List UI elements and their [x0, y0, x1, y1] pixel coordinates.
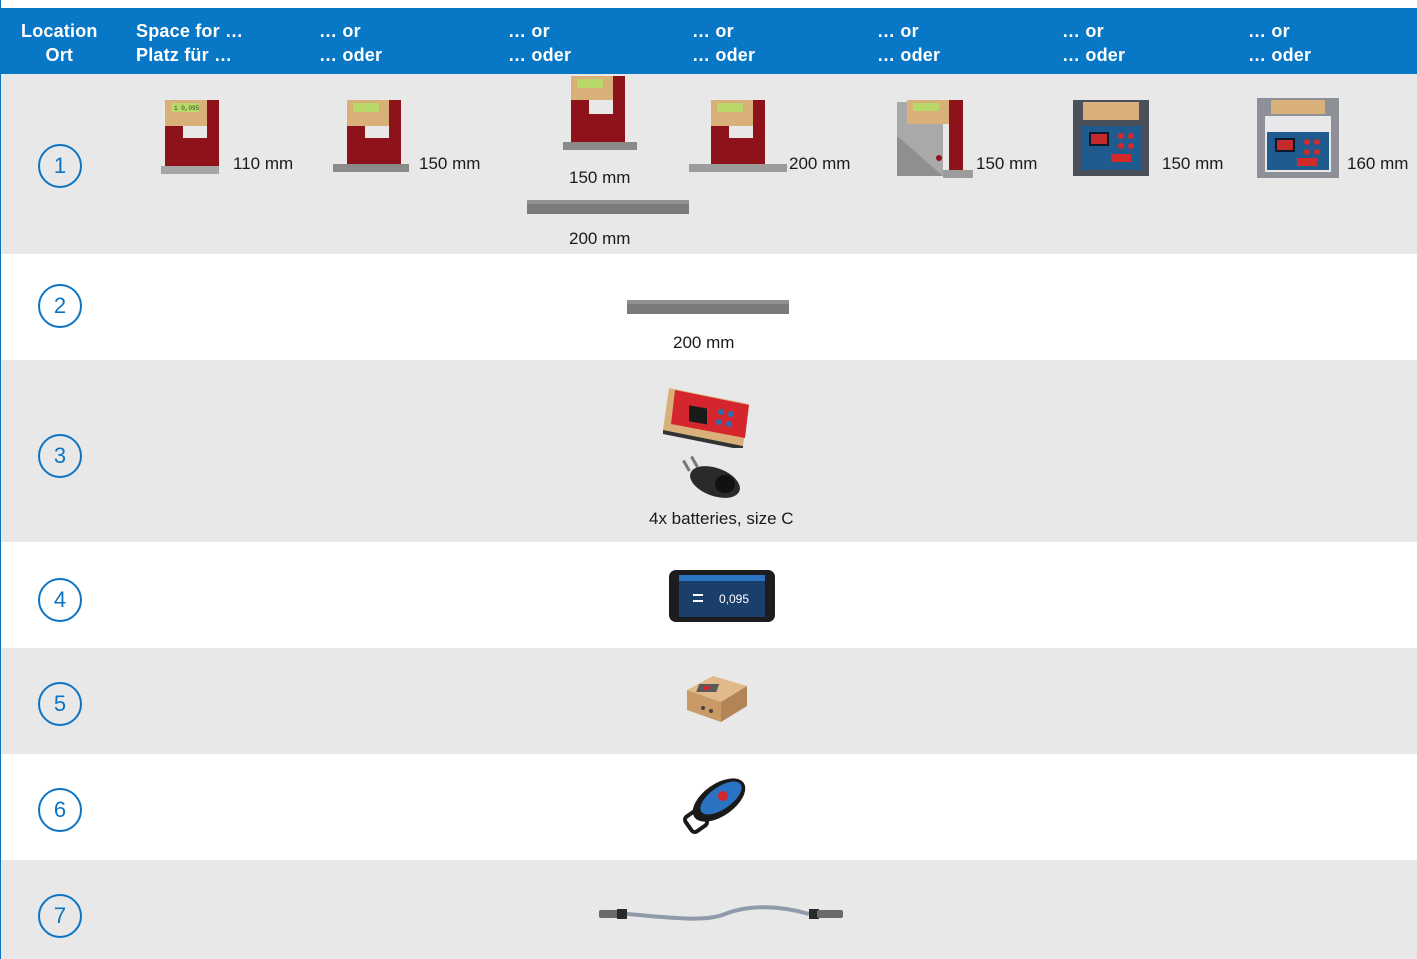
header-or-1: … or … oder: [319, 19, 389, 78]
cable-image: [599, 905, 843, 921]
header-space-for: Space for … Platz für …: [136, 19, 250, 78]
header-de-label: Platz für …: [136, 45, 233, 65]
table-header: Location Ort Space for … Platz für … … o…: [0, 8, 1417, 78]
frame-level-160-image: [1257, 98, 1339, 178]
header-or-4: … or … oder: [877, 19, 947, 78]
location-badge: 3: [38, 434, 82, 478]
table-row: 6: [1, 754, 1417, 860]
header-or-3: … or … oder: [692, 19, 762, 78]
header-de-label: … oder: [877, 45, 941, 65]
header-en-label: Space for …: [136, 21, 244, 41]
table-row: 5: [1, 648, 1417, 754]
header-en-label: Location: [21, 21, 98, 41]
header-de-label: Ort: [45, 45, 74, 65]
electronic-level-110-image: 1 0,095: [161, 100, 219, 174]
location-badge: 7: [38, 894, 82, 938]
size-label: 110 mm: [233, 154, 294, 173]
size-label: 200 mm: [789, 154, 851, 173]
tablet-display-value: 0,095: [719, 592, 749, 606]
table-row: 7: [1, 860, 1417, 959]
header-or-6: … or … oder: [1248, 19, 1324, 78]
location-badge: 2: [38, 284, 82, 328]
level-display-text: 1 0,095: [174, 105, 200, 112]
header-de-label: … oder: [319, 45, 383, 65]
header-en-label: … or: [877, 21, 919, 41]
header-de-label: … oder: [692, 45, 756, 65]
base-plate-200-image: [627, 300, 789, 314]
location-badge: 4: [38, 578, 82, 622]
header-or-2: … or … oder: [508, 19, 578, 78]
header-or-5: … or … oder: [1062, 19, 1132, 78]
size-label: 150 mm: [419, 154, 481, 173]
table-row: 1 1 0,095 110 mm 150 mm 150 mm 200 mm 20…: [1, 74, 1417, 254]
table-row: 4 0,095: [1, 542, 1417, 648]
size-label: 150 mm: [976, 154, 1038, 173]
header-de-label: … oder: [508, 45, 572, 65]
table-row: 3 4x batteries, size C: [1, 360, 1417, 542]
header-de-label: … oder: [1248, 45, 1312, 65]
battery-label: 4x batteries, size C: [649, 509, 794, 528]
electronic-level-200-image: [689, 100, 787, 172]
frame-level-150-image: [1073, 100, 1149, 176]
charger-image: [682, 456, 740, 498]
header-en-label: … or: [1248, 21, 1290, 41]
size-label: 200 mm: [569, 229, 631, 248]
header-de-label: … oder: [1062, 45, 1126, 65]
size-label: 160 mm: [1347, 154, 1409, 173]
header-location: Location Ort: [21, 19, 98, 67]
location-badge: 1: [38, 144, 82, 188]
display-unit-image: [663, 388, 749, 448]
header-en-label: … or: [508, 21, 550, 41]
location-badge: 6: [38, 788, 82, 832]
location-badge: 5: [38, 682, 82, 726]
electronic-level-150-image: [563, 76, 637, 150]
size-label: 150 mm: [569, 168, 631, 187]
size-label: 150 mm: [1162, 154, 1224, 173]
header-en-label: … or: [1062, 21, 1104, 41]
size-label: 200 mm: [673, 333, 735, 352]
remote-control-image: [683, 778, 746, 834]
electronic-level-150-image: [333, 100, 409, 172]
base-plate-200-image: [527, 200, 689, 214]
tablet-image: 0,095: [669, 570, 775, 622]
receiver-box-image: [687, 676, 747, 722]
angle-level-150-image: [897, 100, 973, 178]
header-en-label: … or: [319, 21, 361, 41]
header-en-label: … or: [692, 21, 734, 41]
table-row: 2 200 mm: [1, 254, 1417, 360]
